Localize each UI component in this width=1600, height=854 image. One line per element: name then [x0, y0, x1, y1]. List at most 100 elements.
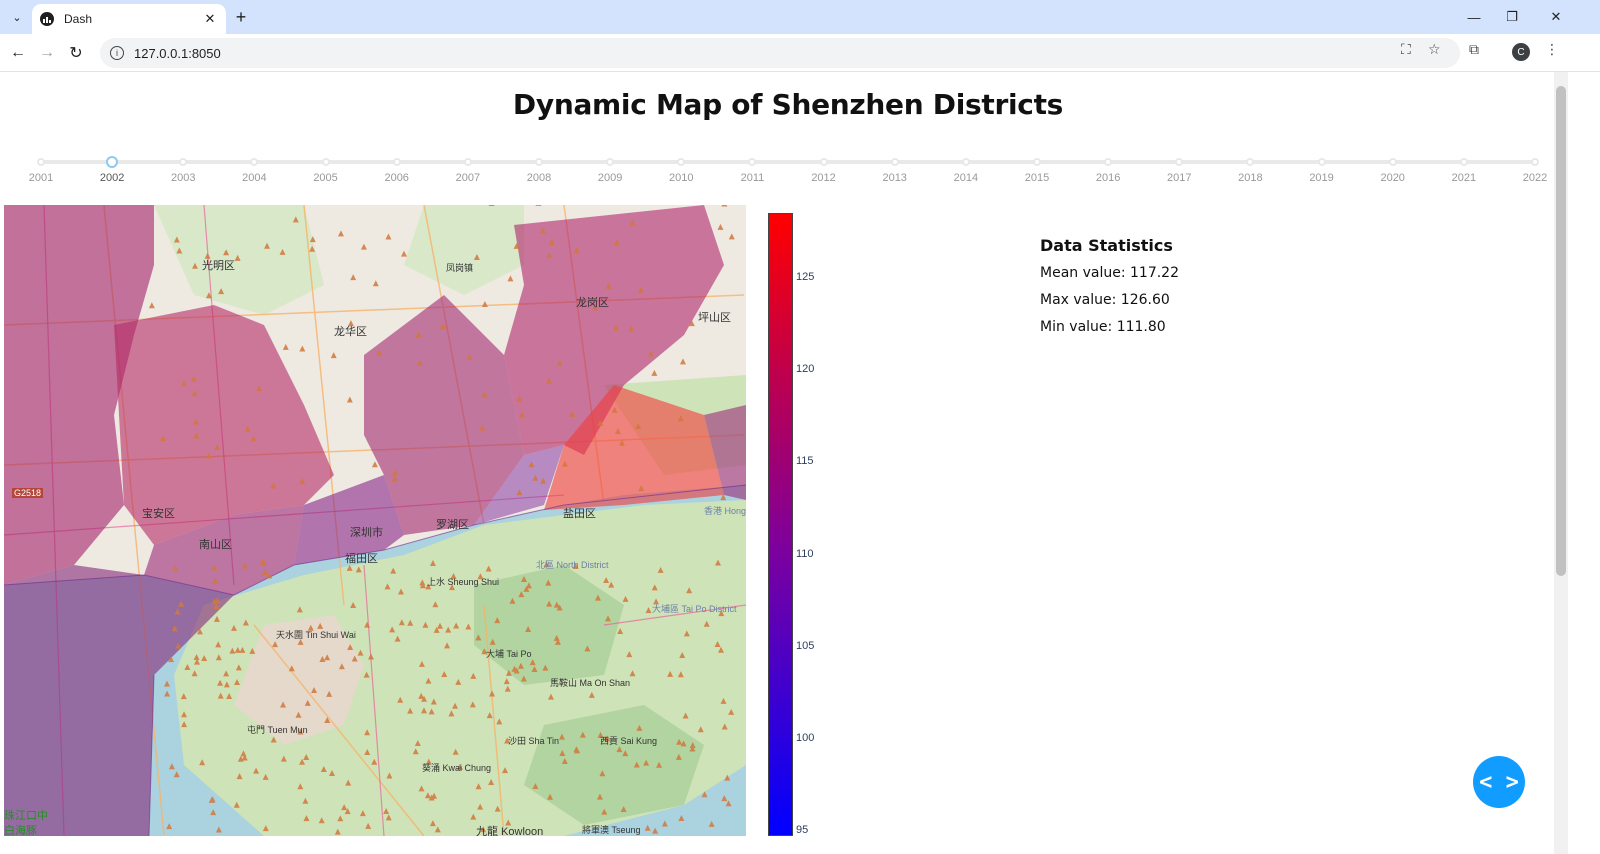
- slider-mark-2018[interactable]: 2018: [1230, 172, 1270, 184]
- slider-mark-2020[interactable]: 2020: [1373, 172, 1413, 184]
- slider-dot[interactable]: [1317, 158, 1326, 166]
- slider-mark-2004[interactable]: 2004: [234, 172, 274, 184]
- slider-dot[interactable]: [1033, 158, 1041, 166]
- slider-mark-2008[interactable]: 2008: [519, 172, 559, 184]
- browser-menu-kebab-icon[interactable]: ⋮: [1545, 41, 1559, 58]
- colorbar: [768, 213, 793, 836]
- colorbar-tick-125: 125: [796, 271, 815, 283]
- page-viewport: Dynamic Map of Shenzhen Districts 2001 20…: [0, 72, 1600, 854]
- map-label-tuen-mun: 屯門 Tuen Mun: [247, 725, 308, 735]
- slider-dot[interactable]: [321, 158, 330, 166]
- slider-dot[interactable]: [1459, 158, 1468, 166]
- year-slider[interactable]: 2001 2002 2003 2004 2005 2006 2007 2008 2009 2010…: [0, 150, 1576, 190]
- colorbar-tick-95: 95: [796, 824, 809, 837]
- slider-dot[interactable]: [1175, 158, 1184, 166]
- slider-mark-2017[interactable]: 2017: [1159, 172, 1199, 184]
- map-label-ma-on-shan: 馬鞍山 Ma On Shan: [550, 678, 631, 688]
- slider-dot[interactable]: [677, 158, 686, 166]
- page-scrollbar[interactable]: [1554, 72, 1568, 854]
- slider-dot[interactable]: [37, 158, 45, 166]
- slider-mark-2015[interactable]: 2015: [1017, 172, 1057, 184]
- slider-mark-2012[interactable]: 2012: [804, 172, 844, 184]
- slider-rail[interactable]: [41, 160, 1535, 164]
- slider-dot[interactable]: [606, 158, 615, 166]
- slider-handle[interactable]: [106, 156, 119, 168]
- forward-arrow-icon[interactable]: →: [34, 40, 60, 66]
- profile-avatar[interactable]: C: [1512, 43, 1530, 61]
- map-label-tai-po-district: 大埔區 Tai Po District: [652, 604, 737, 614]
- slider-dot[interactable]: [748, 158, 757, 166]
- map-label-white-dolphin: 白海豚: [4, 825, 37, 836]
- site-info-icon[interactable]: i: [110, 46, 124, 60]
- slider-mark-2014[interactable]: 2014: [946, 172, 986, 184]
- map-label-longgang: 龙岗区: [576, 297, 609, 309]
- scrollbar-thumb[interactable]: [1556, 86, 1566, 576]
- dash-favicon-icon: [40, 12, 54, 26]
- data-statistics-panel: Data Statistics Mean value: 117.22 Max v…: [1040, 236, 1179, 346]
- slider-mark-2021[interactable]: 2021: [1444, 172, 1484, 184]
- slider-dot[interactable]: [179, 158, 188, 166]
- slider-dot[interactable]: [961, 158, 970, 166]
- map-label-kwai-chung: 葵涌 Kwai Chung: [422, 763, 492, 773]
- slider-dot[interactable]: [890, 158, 899, 166]
- reload-icon[interactable]: ↻: [63, 40, 89, 66]
- restore-icon[interactable]: ❐: [1490, 0, 1534, 34]
- slider-mark-2016[interactable]: 2016: [1088, 172, 1128, 184]
- slider-mark-2003[interactable]: 2003: [163, 172, 203, 184]
- browser-toolbar: ← → ↻ i 127.0.0.1:8050 ⛶ ☆ ⧉ C ⋮: [0, 34, 1600, 72]
- map-label-futian: 福田区: [345, 553, 378, 565]
- address-bar[interactable]: i 127.0.0.1:8050: [100, 38, 1460, 68]
- code-brackets-icon[interactable]: < >: [1473, 756, 1525, 808]
- slider-dot[interactable]: [250, 158, 259, 166]
- slider-mark-2006[interactable]: 2006: [377, 172, 417, 184]
- slider-mark-2010[interactable]: 2010: [661, 172, 701, 184]
- map-label-baoan: 宝安区: [142, 508, 175, 520]
- map-label-kowloon: 九龍 Kowloon: [476, 826, 544, 836]
- map-label-nanshan: 南山区: [199, 539, 232, 551]
- district-map[interactable]: 光明区 龙华区 凤岗镇 龙岗区 坪山区 宝安区 南山区 深圳市 福田区 罗湖区 …: [4, 205, 746, 836]
- slider-mark-2019[interactable]: 2019: [1302, 172, 1342, 184]
- browser-tab-bar: ⌄ Dash ✕ + — ❐ ✕: [0, 0, 1600, 34]
- slider-dot[interactable]: [535, 158, 543, 166]
- tab-title: Dash: [64, 12, 93, 26]
- slider-dot[interactable]: [1531, 158, 1539, 166]
- slider-mark-2002[interactable]: 2002: [92, 172, 132, 184]
- slider-mark-2022[interactable]: 2022: [1515, 172, 1555, 184]
- slider-dot[interactable]: [1246, 158, 1255, 166]
- slider-mark-2007[interactable]: 2007: [448, 172, 488, 184]
- slider-mark-2001[interactable]: 2001: [21, 172, 61, 184]
- slider-mark-2011[interactable]: 2011: [732, 172, 772, 184]
- slider-mark-2013[interactable]: 2013: [875, 172, 915, 184]
- bookmark-star-icon[interactable]: ☆: [1428, 41, 1441, 58]
- colorbar-tick-120: 120: [796, 363, 815, 376]
- colorbar-tick-115: 115: [796, 455, 814, 468]
- window-close-icon[interactable]: ✕: [1534, 0, 1578, 34]
- map-label-pingshan: 坪山区: [698, 312, 731, 324]
- slider-dot[interactable]: [1388, 158, 1397, 166]
- back-arrow-icon[interactable]: ←: [5, 40, 31, 66]
- slider-dot[interactable]: [1104, 158, 1113, 166]
- map-label-longhua: 龙华区: [334, 326, 367, 338]
- stats-heading: Data Statistics: [1040, 236, 1173, 255]
- slider-dot[interactable]: [463, 158, 472, 166]
- map-label-sha-tin: 沙田 Sha Tin: [508, 736, 560, 746]
- slider-dot[interactable]: [392, 158, 401, 166]
- new-tab-plus-icon[interactable]: +: [230, 6, 252, 28]
- translate-icon[interactable]: ⛶: [1401, 41, 1411, 58]
- map-label-shenzhen: 深圳市: [350, 527, 383, 539]
- url-text[interactable]: 127.0.0.1:8050: [134, 46, 221, 61]
- map-label-pearl-estuary: 珠江口中: [4, 810, 48, 822]
- colorbar-tick-105: 105: [796, 639, 815, 652]
- slider-mark-2009[interactable]: 2009: [590, 172, 630, 184]
- colorbar-tick-110: 110: [796, 547, 814, 560]
- map-label-tin-shui-wai: 天水圍 Tin Shui Wai: [276, 630, 356, 640]
- browser-tab[interactable]: Dash ✕: [32, 4, 226, 34]
- slider-mark-2005[interactable]: 2005: [306, 172, 346, 184]
- map-label-fenggang: 凤岗镇: [446, 263, 474, 273]
- tab-close-icon[interactable]: ✕: [202, 11, 218, 27]
- extensions-puzzle-icon[interactable]: ⧉: [1469, 41, 1479, 58]
- tab-search-chevron-icon[interactable]: ⌄: [6, 6, 28, 28]
- slider-dot[interactable]: [819, 158, 828, 166]
- stats-mean: Mean value: 117.22: [1040, 265, 1179, 281]
- map-label-sai-kung: 西貢 Sai Kung: [600, 736, 658, 746]
